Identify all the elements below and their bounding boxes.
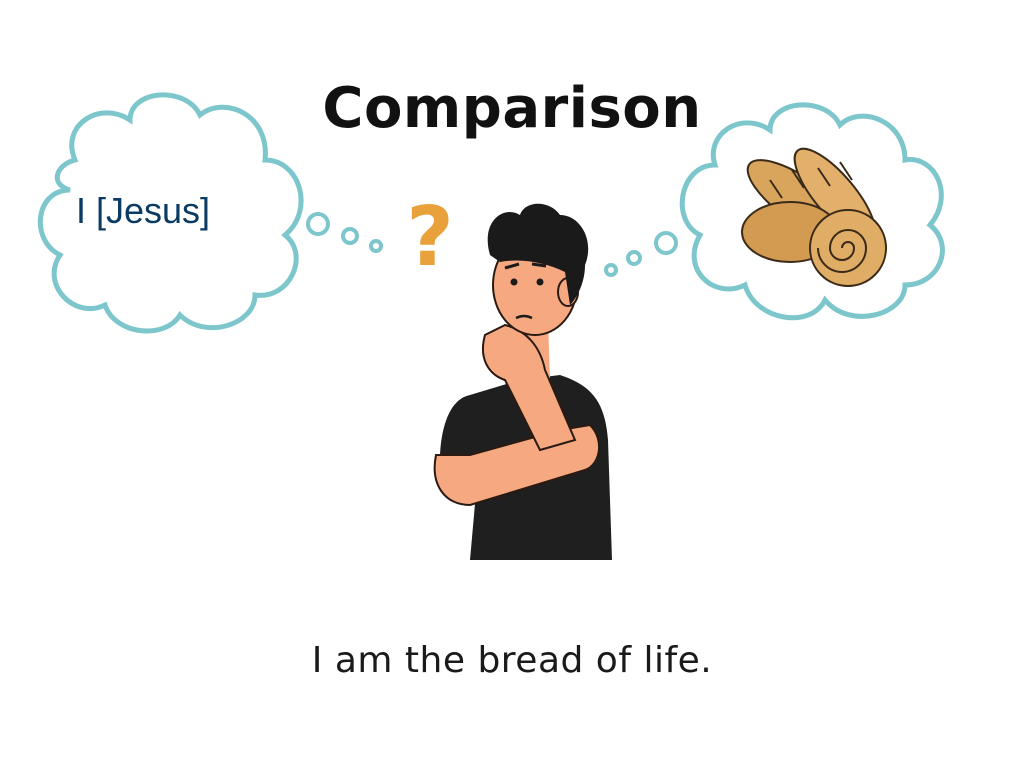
left-thought-text: I [Jesus] [76,190,211,231]
question-mark-icon: ? [406,190,454,285]
page-title: Comparison [322,76,702,141]
slide: ? Comparison I [Jesus] I am the bread of… [0,0,1024,768]
thinking-man-icon [433,203,612,560]
slide-caption: I am the bread of life. [311,640,713,681]
